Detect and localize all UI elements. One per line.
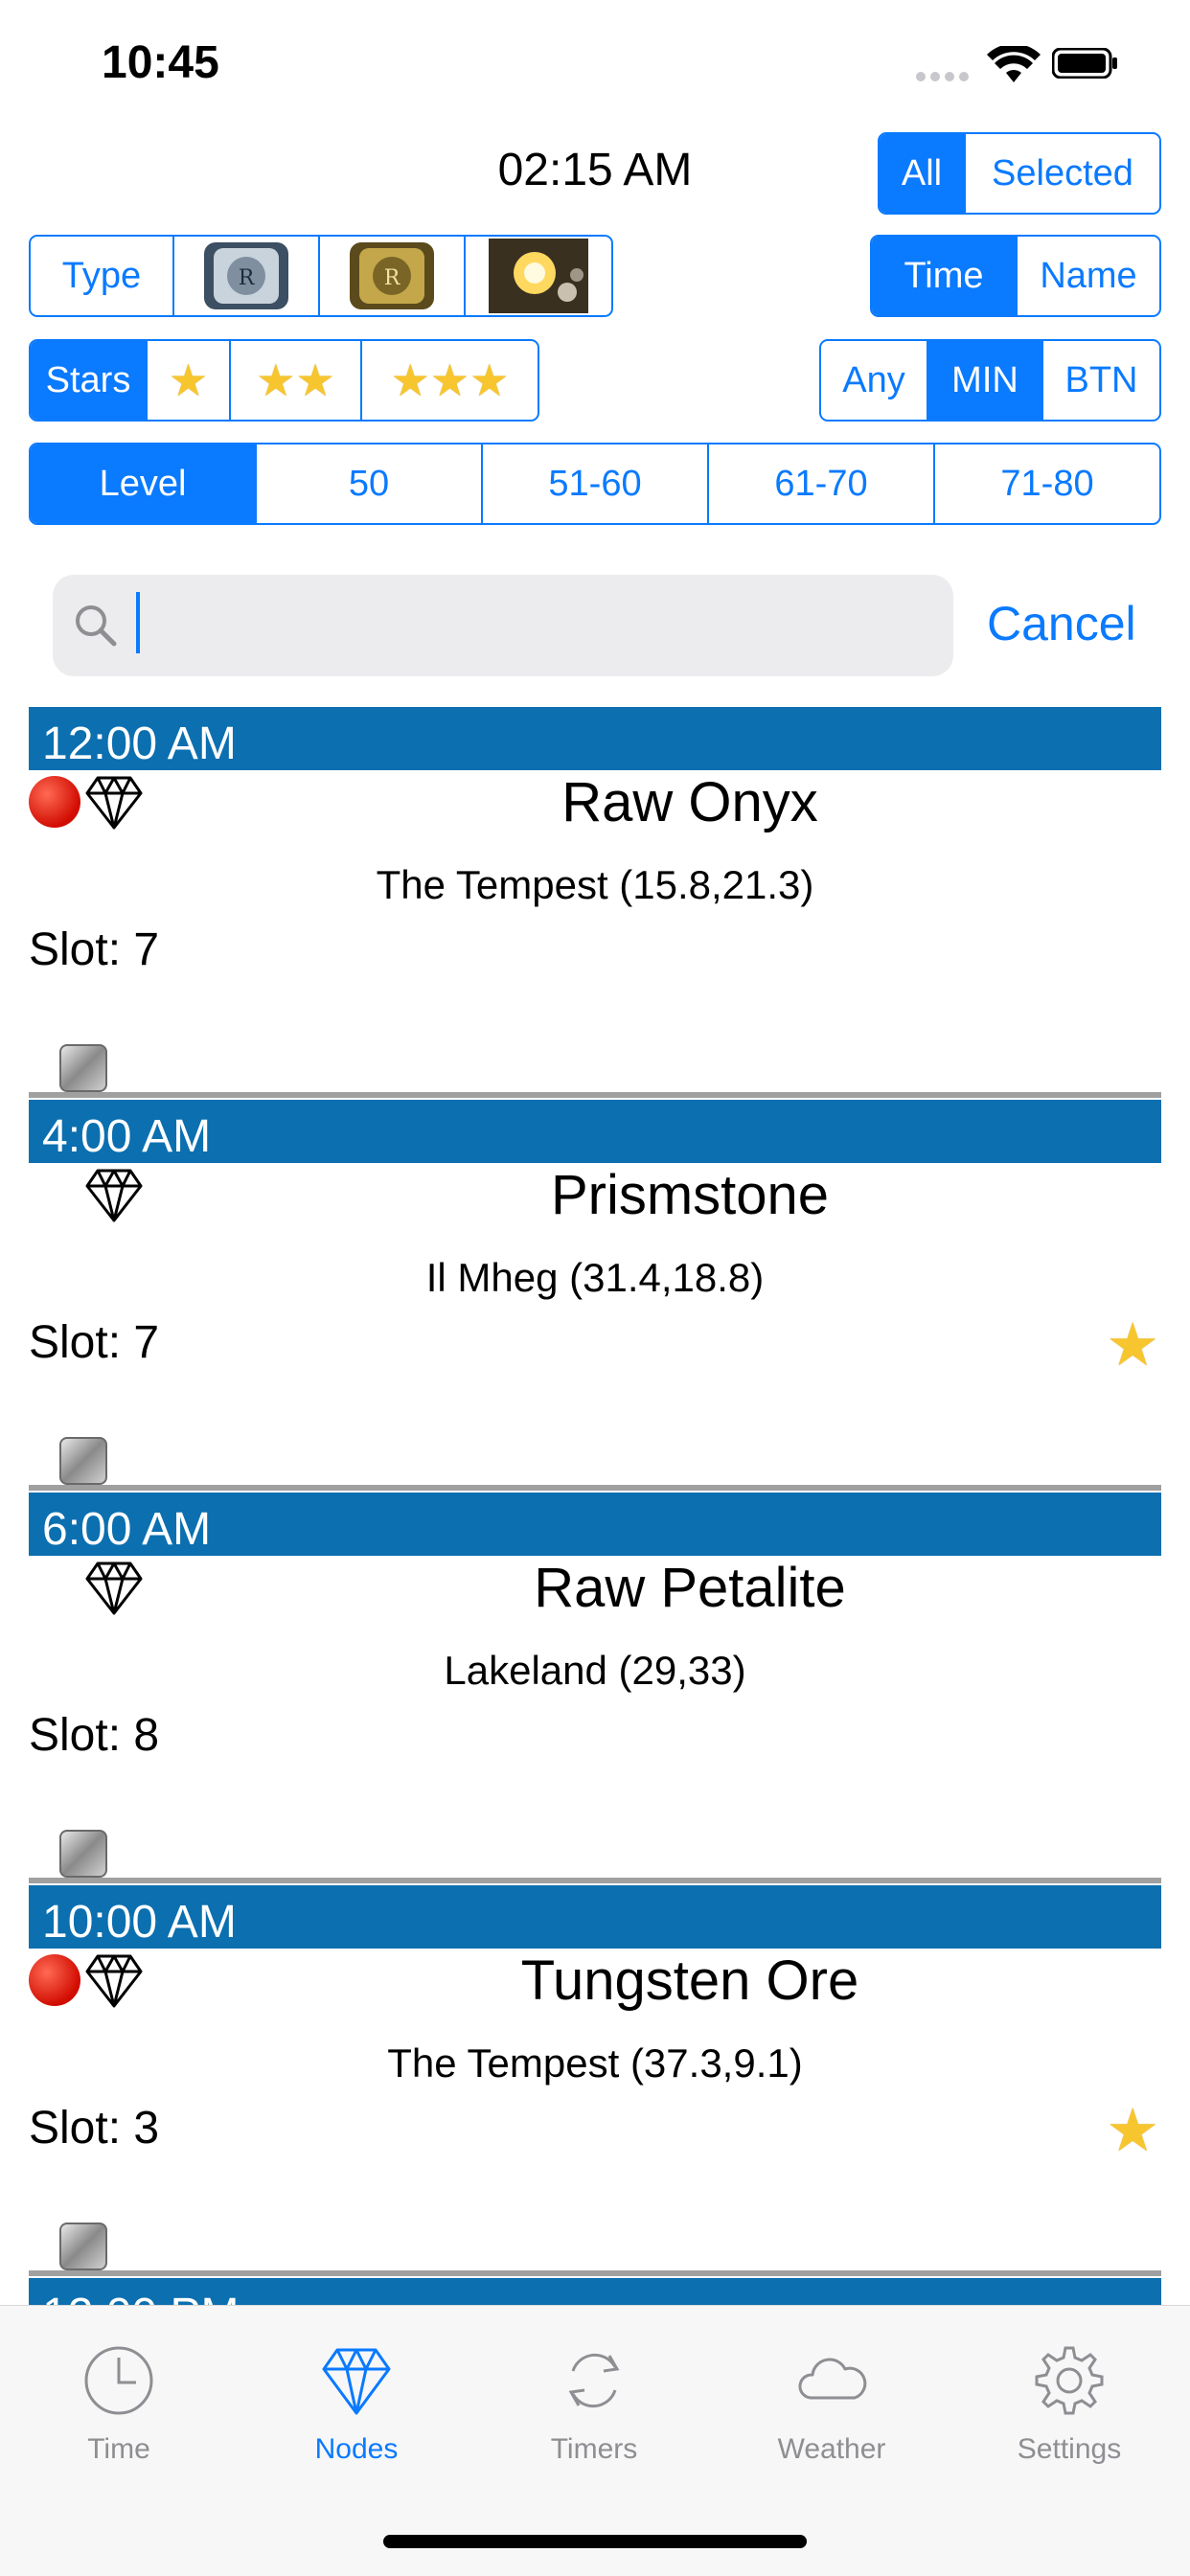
node-slot: Slot: 7 <box>29 924 160 975</box>
tab-label: Nodes <box>314 2433 399 2465</box>
segment-min[interactable]: MIN <box>928 341 1043 420</box>
segment-level-50[interactable]: 50 <box>257 445 483 523</box>
tab-nodes[interactable]: Nodes <box>261 2342 452 2466</box>
node-name: Tungsten Ore <box>520 1949 859 2012</box>
miner-crest-icon <box>59 1830 107 1878</box>
node-time-header: 10:00 AM <box>29 1885 1161 1949</box>
divider <box>29 1485 1161 1491</box>
tab-label: Time <box>87 2433 150 2465</box>
node-slot: Slot: 3 <box>29 2103 160 2154</box>
clock-icon <box>84 2346 153 2415</box>
wifi-icon <box>987 46 1041 82</box>
all-selected-segment[interactable]: All Selected <box>878 132 1161 215</box>
tab-time[interactable]: Time <box>23 2342 215 2466</box>
refresh-icon <box>568 2353 620 2408</box>
level-segment[interactable]: Level 50 51-60 61-70 71-80 <box>29 443 1161 525</box>
mode-segment[interactable]: Any MIN BTN <box>819 339 1161 422</box>
divider <box>29 1092 1161 1098</box>
segment-any[interactable]: Any <box>821 341 928 420</box>
segment-three-stars[interactable]: ★★★ <box>362 341 538 420</box>
battery-icon <box>1052 48 1117 79</box>
botanist-crest-icon: R <box>326 242 458 309</box>
diamond-icon <box>322 2348 391 2415</box>
divider <box>29 1878 1161 1883</box>
text-caret <box>136 592 140 653</box>
tab-timers[interactable]: Timers <box>498 2342 690 2466</box>
status-time: 10:45 <box>102 37 219 88</box>
segment-btn[interactable]: BTN <box>1043 341 1159 420</box>
sort-segment[interactable]: Time Name <box>870 235 1161 317</box>
search-icon <box>76 605 117 647</box>
list-item[interactable]: 12:00 PM <box>29 2270 1161 2305</box>
node-time-header: 4:00 AM <box>29 1100 1161 1163</box>
node-location: The Tempest (37.3,9.1) <box>387 2040 803 2086</box>
node-location: The Tempest (15.8,21.3) <box>376 862 814 907</box>
star-icon: ★ <box>168 355 209 405</box>
segment-level-61-70[interactable]: 61-70 <box>709 445 935 523</box>
segment-type-botanist[interactable]: R <box>320 237 466 315</box>
type-segment[interactable]: Type R R <box>29 235 613 317</box>
miner-crest-icon <box>59 2223 107 2270</box>
segment-two-stars[interactable]: ★★ <box>231 341 362 420</box>
list-item[interactable]: 4:00 AM Prismstone Il Mheg (31.4,18.8) S… <box>29 1092 1161 1493</box>
cellular-signal-icon <box>916 69 973 86</box>
three-stars-icon: ★★★ <box>390 355 510 405</box>
search-input[interactable] <box>53 575 953 676</box>
tab-label: Timers <box>550 2433 638 2465</box>
node-time-header: 12:00 AM <box>29 707 1161 770</box>
segment-type-other[interactable] <box>466 237 611 315</box>
segment-sort-name[interactable]: Name <box>1018 237 1159 315</box>
tab-weather[interactable]: Weather <box>736 2342 927 2466</box>
stars-segment[interactable]: Stars ★ ★★ ★★★ <box>29 339 539 422</box>
cancel-button[interactable]: Cancel <box>987 596 1136 651</box>
node-name: Prismstone <box>550 1164 830 1226</box>
segment-stars-label[interactable]: Stars <box>31 341 148 420</box>
node-name: Raw Petalite <box>534 1557 846 1619</box>
segment-selected[interactable]: Selected <box>966 134 1159 213</box>
segment-level-51-60[interactable]: 51-60 <box>483 445 709 523</box>
svg-text:R: R <box>384 266 401 290</box>
miner-crest-icon: R <box>180 242 312 309</box>
node-time-header: 6:00 AM <box>29 1493 1161 1556</box>
segment-one-star[interactable]: ★ <box>148 341 231 420</box>
favorite-star-icon[interactable]: ★ <box>1106 2102 1159 2161</box>
node-slot: Slot: 7 <box>29 1317 160 1368</box>
tab-settings[interactable]: Settings <box>973 2342 1165 2466</box>
miner-crest-icon <box>59 1437 107 1485</box>
segment-level-71-80[interactable]: 71-80 <box>935 445 1159 523</box>
node-slot: Slot: 8 <box>29 1710 160 1761</box>
favorite-star-icon[interactable]: ★ <box>1106 1316 1159 1376</box>
gear-icon <box>1035 2346 1104 2415</box>
list-item[interactable]: 12:00 AM Raw Onyx The Tempest (15.8,21.3… <box>29 707 1161 1100</box>
node-location: Lakeland (29,33) <box>444 1648 746 1693</box>
node-name: Raw Onyx <box>561 771 818 833</box>
list-item[interactable]: 6:00 AM Raw Petalite Lakeland (29,33) Sl… <box>29 1485 1161 1885</box>
segment-type-miner[interactable]: R <box>174 237 320 315</box>
miner-crest-icon <box>59 1044 107 1092</box>
divider <box>29 2270 1161 2276</box>
sun-orb-icon <box>471 239 606 313</box>
two-stars-icon: ★★ <box>256 355 335 405</box>
home-indicator <box>383 2535 807 2548</box>
segment-all[interactable]: All <box>880 134 966 213</box>
node-time-header: 12:00 PM <box>29 2278 1161 2305</box>
tab-label: Settings <box>1017 2433 1122 2465</box>
node-location: Il Mheg (31.4,18.8) <box>425 1255 765 1300</box>
segment-level-label[interactable]: Level <box>31 445 257 523</box>
segment-type-label[interactable]: Type <box>31 237 174 315</box>
tab-label: Weather <box>777 2433 886 2465</box>
segment-sort-time[interactable]: Time <box>872 237 1018 315</box>
list-item[interactable]: 10:00 AM Tungsten Ore The Tempest (37.3,… <box>29 1878 1161 2278</box>
node-list[interactable]: 12:00 AM Raw Onyx The Tempest (15.8,21.3… <box>29 707 1161 2305</box>
svg-text:R: R <box>239 266 256 290</box>
cloud-icon <box>798 2358 867 2400</box>
